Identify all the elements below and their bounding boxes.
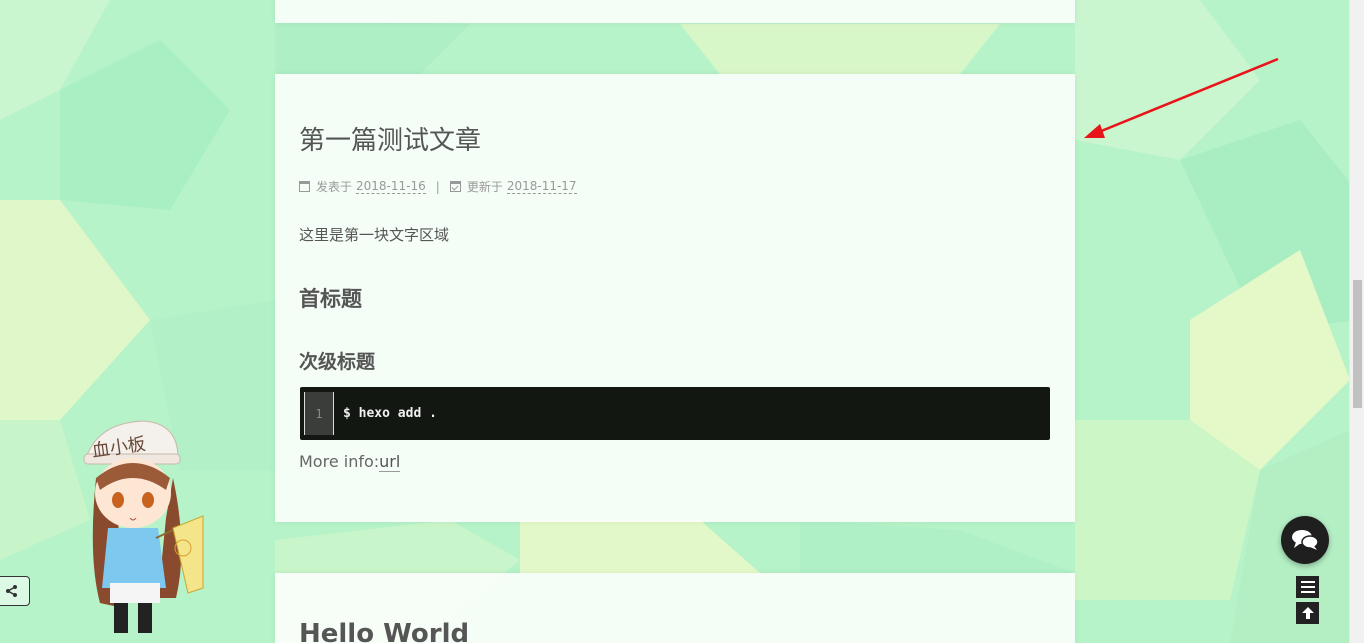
more-info-label: More info: [299,452,380,471]
scrollbar[interactable] [1349,0,1364,643]
next-post-title[interactable]: Hello World [299,619,469,643]
calendar-check-icon [449,181,461,192]
posted-date[interactable]: 2018-11-16 [356,179,426,194]
more-info: More info:url [299,452,401,472]
comments-icon [1292,530,1319,550]
next-post-card: Hello World [275,573,1075,643]
previous-post-card [275,0,1075,23]
scrollbar-thumb[interactable] [1353,280,1362,408]
chat-button[interactable] [1281,516,1329,564]
heading-1: 首标题 [299,287,362,311]
calendar-icon [299,181,310,192]
post-card: 第一篇测试文章 发表于 2018-11-16 | 更新于 2018-11-17 … [275,74,1075,522]
menu-icon [1300,581,1315,593]
code-block: 1 $ hexo add . [300,387,1050,440]
mascot-illustration: 血小板 [83,420,204,633]
share-icon [6,585,17,597]
more-info-link[interactable]: url [379,452,401,472]
annotation-arrow [1084,57,1279,138]
code-line: $ hexo add . [343,406,437,421]
post-paragraph: 这里是第一块文字区域 [299,226,450,244]
code-line-number: 1 [304,392,334,435]
updated-date[interactable]: 2018-11-17 [506,179,577,194]
post-title[interactable]: 第一篇测试文章 [299,120,481,157]
arrow-up-icon [1301,607,1314,619]
post-meta: 发表于 2018-11-16 | 更新于 2018-11-17 [299,178,577,195]
updated-label: 更新于 [466,180,503,194]
posted-label: 发表于 [316,180,353,194]
meta-separator: | [435,179,440,194]
share-button[interactable] [0,576,30,606]
heading-2: 次级标题 [299,351,376,373]
menu-button[interactable] [1296,576,1319,598]
back-to-top-button[interactable] [1296,602,1319,624]
